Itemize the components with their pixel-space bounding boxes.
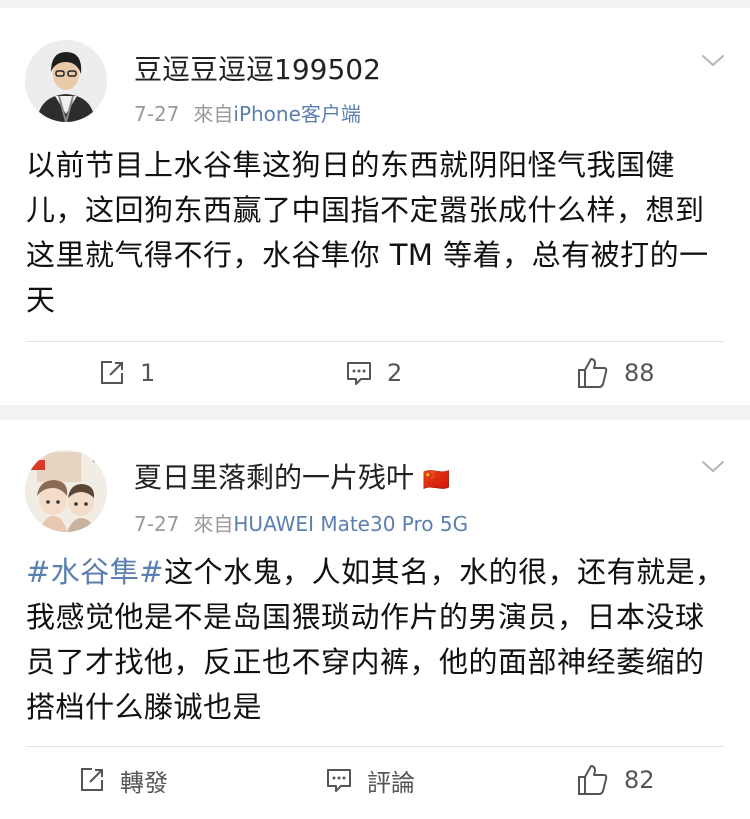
post-date: 7-27 xyxy=(134,102,180,126)
like-count: 88 xyxy=(624,359,655,387)
avatar[interactable] xyxy=(25,40,107,122)
comment-count: 2 xyxy=(387,359,403,387)
repost-button[interactable]: 轉發 xyxy=(78,750,168,810)
topic-link[interactable]: #水谷隼# xyxy=(26,555,164,589)
username-text: 夏日里落剩的一片残叶 xyxy=(134,461,415,494)
repost-count: 1 xyxy=(140,359,156,387)
like-count: 82 xyxy=(624,766,655,794)
like-icon xyxy=(578,765,608,795)
repost-button[interactable]: 1 xyxy=(98,343,155,403)
chevron-down-icon[interactable] xyxy=(698,452,728,482)
like-icon xyxy=(578,358,608,388)
action-bar: 1 2 88 xyxy=(0,343,750,403)
repost-icon xyxy=(101,361,123,384)
action-bar: 轉發 評論 82 xyxy=(0,750,750,810)
flag-badge-icon: 🇨🇳 xyxy=(422,468,451,493)
chevron-down-icon[interactable] xyxy=(698,46,728,76)
comment-icon xyxy=(327,769,351,792)
post-card: 豆逗豆逗逗199502 7-27 來自iPhone客户端 以前节目上水谷隼这狗日的… xyxy=(0,8,750,405)
comment-icon xyxy=(347,362,371,385)
post-content: #水谷隼#这个水鬼，人如其名，水的很，还有就是，我感觉他是不是岛国猥琐动作片的男… xyxy=(26,550,726,730)
username[interactable]: 夏日里落剩的一片残叶 🇨🇳 xyxy=(134,456,450,496)
comment-button[interactable]: 評論 xyxy=(325,750,415,810)
comment-label: 評論 xyxy=(367,768,415,797)
post-card: 夏日里落剩的一片残叶 🇨🇳 7-27 來自HUAWEI Mate30 Pro 5G… xyxy=(0,420,750,819)
post-meta: 7-27 來自iPhone客户端 xyxy=(134,98,361,127)
avatar[interactable] xyxy=(25,450,107,532)
source-prefix: 來自 xyxy=(193,102,234,126)
repost-label: 轉發 xyxy=(120,768,168,797)
like-button[interactable]: 88 xyxy=(576,343,655,403)
post-content: 以前节目上水谷隼这狗日的东西就阴阳怪气我国健儿，这回狗东西赢了中国指不定嚣张成什… xyxy=(26,148,709,317)
comment-button[interactable]: 2 xyxy=(345,343,402,403)
post-meta: 7-27 來自HUAWEI Mate30 Pro 5G xyxy=(134,508,468,537)
post-date: 7-27 xyxy=(134,512,180,536)
like-button[interactable]: 82 xyxy=(576,750,655,810)
repost-icon xyxy=(81,768,103,791)
divider xyxy=(26,746,724,747)
divider xyxy=(26,341,724,342)
source-prefix: 來自 xyxy=(193,512,234,536)
username[interactable]: 豆逗豆逗逗199502 xyxy=(134,48,381,88)
post-source[interactable]: iPhone客户端 xyxy=(233,102,361,126)
post-source[interactable]: HUAWEI Mate30 Pro 5G xyxy=(233,512,468,536)
